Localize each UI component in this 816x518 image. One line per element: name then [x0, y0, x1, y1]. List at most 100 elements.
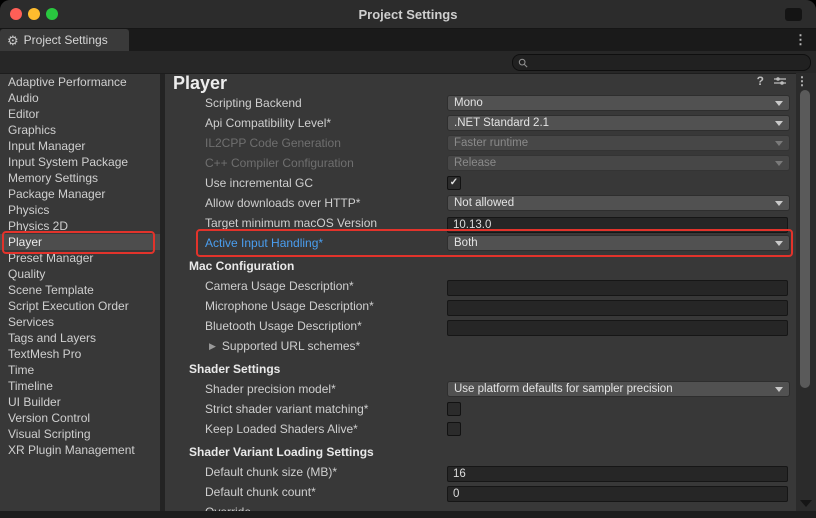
sidebar-item-memory-settings[interactable]: Memory Settings	[0, 170, 160, 186]
dropdown-value: Release	[454, 157, 496, 169]
sidebar-item-timeline[interactable]: Timeline	[0, 378, 160, 394]
sidebar-item-ui-builder[interactable]: UI Builder	[0, 394, 160, 410]
supported-url-schemes-foldout[interactable]: ▶ Supported URL schemes*	[209, 336, 360, 356]
sidebar-item-version-control[interactable]: Version Control	[0, 410, 160, 426]
search-box[interactable]	[512, 54, 811, 71]
default-chunk-count-row: Default chunk count*	[165, 482, 796, 502]
setting-label: Microphone Usage Description*	[205, 296, 374, 316]
strict-shader-variant-checkbox[interactable]	[447, 402, 461, 416]
setting-label: Strict shader variant matching*	[205, 399, 368, 419]
sidebar-item-xr-plugin-management[interactable]: XR Plugin Management	[0, 442, 160, 458]
settings-rows: Scripting Backend Mono Api Compatibility…	[165, 93, 796, 513]
api-compatibility-dropdown[interactable]: .NET Standard 2.1	[447, 115, 790, 131]
il2cpp-code-generation-dropdown: Faster runtime	[447, 135, 790, 151]
scripting-backend-row: Scripting Backend Mono	[165, 93, 796, 113]
sidebar-item-scene-template[interactable]: Scene Template	[0, 282, 160, 298]
dropdown-arrow-icon	[775, 241, 783, 246]
strict-shader-variant-row: Strict shader variant matching*	[165, 399, 796, 419]
panel-kebab-icon[interactable]: ⋮	[796, 75, 808, 87]
sidebar-item-textmesh-pro[interactable]: TextMesh Pro	[0, 346, 160, 362]
scroll-down-icon[interactable]	[800, 500, 812, 507]
gear-icon: ⚙	[7, 34, 19, 47]
keep-loaded-shaders-row: Keep Loaded Shaders Alive*	[165, 419, 796, 439]
scripting-backend-dropdown[interactable]: Mono	[447, 95, 790, 111]
window-bottom-strip	[0, 511, 816, 518]
shader-precision-row: Shader precision model* Use platform def…	[165, 379, 796, 399]
shader-variant-loading-section: Shader Variant Loading Settings	[165, 442, 796, 462]
bluetooth-usage-field[interactable]	[447, 320, 788, 336]
settings-category-list: Adaptive Performance Audio Editor Graphi…	[0, 74, 160, 511]
camera-usage-field[interactable]	[447, 280, 788, 296]
sidebar-item-physics[interactable]: Physics	[0, 202, 160, 218]
shader-precision-dropdown[interactable]: Use platform defaults for sampler precis…	[447, 381, 790, 397]
setting-label: Allow downloads over HTTP*	[205, 193, 360, 213]
api-compatibility-row: Api Compatibility Level* .NET Standard 2…	[165, 113, 796, 133]
il2cpp-code-generation-row: IL2CPP Code Generation Faster runtime	[165, 133, 796, 153]
default-chunk-size-field[interactable]	[447, 466, 788, 482]
dropdown-arrow-icon	[775, 121, 783, 126]
scrollbar-thumb[interactable]	[800, 90, 810, 388]
player-settings-panel: Player Scripting Backend Mono Api Compat…	[165, 73, 796, 513]
setting-label: Supported URL schemes*	[222, 339, 360, 353]
tab-project-settings[interactable]: ⚙ Project Settings	[0, 29, 129, 51]
titlebar-tabs-icon[interactable]	[785, 8, 802, 21]
sidebar-item-audio[interactable]: Audio	[0, 90, 160, 106]
sidebar-item-tags-and-layers[interactable]: Tags and Layers	[0, 330, 160, 346]
target-macos-version-row: Target minimum macOS Version	[165, 213, 796, 233]
microphone-usage-row: Microphone Usage Description*	[165, 296, 796, 316]
setting-label: Use incremental GC	[205, 173, 313, 193]
camera-usage-row: Camera Usage Description*	[165, 276, 796, 296]
setting-label: Default chunk size (MB)*	[205, 462, 337, 482]
allow-downloads-http-row: Allow downloads over HTTP* Not allowed	[165, 193, 796, 213]
search-icon	[518, 58, 528, 68]
checkbox-check-icon: ✓	[450, 178, 458, 188]
sidebar-item-editor[interactable]: Editor	[0, 106, 160, 122]
sidebar-item-input-manager[interactable]: Input Manager	[0, 138, 160, 154]
sidebar-item-input-system-package[interactable]: Input System Package	[0, 154, 160, 170]
dropdown-value: Not allowed	[454, 197, 514, 209]
dropdown-arrow-icon	[775, 201, 783, 206]
sidebar-item-physics-2d[interactable]: Physics 2D	[0, 218, 160, 234]
page-title: Player	[173, 73, 227, 94]
default-chunk-count-field[interactable]	[447, 486, 788, 502]
keep-loaded-shaders-checkbox[interactable]	[447, 422, 461, 436]
section-header: Mac Configuration	[189, 256, 294, 276]
microphone-usage-field[interactable]	[447, 300, 788, 316]
sidebar-item-quality[interactable]: Quality	[0, 266, 160, 282]
toolbar	[0, 51, 816, 74]
help-icon[interactable]: ?	[757, 75, 764, 87]
tabstrip-kebab-icon[interactable]: ⋮	[794, 29, 807, 51]
foldout-arrow-icon: ▶	[209, 341, 216, 352]
search-input[interactable]	[532, 57, 795, 69]
tab-label: Project Settings	[24, 33, 108, 47]
sidebar-item-preset-manager[interactable]: Preset Manager	[0, 250, 160, 266]
sidebar-item-player[interactable]: Player	[0, 234, 160, 250]
shader-settings-section: Shader Settings	[165, 359, 796, 379]
setting-label: Scripting Backend	[205, 93, 302, 113]
sidebar-item-visual-scripting[interactable]: Visual Scripting	[0, 426, 160, 442]
sidebar-item-script-execution-order[interactable]: Script Execution Order	[0, 298, 160, 314]
use-incremental-gc-checkbox[interactable]: ✓	[447, 176, 461, 190]
dropdown-value: Faster runtime	[454, 137, 528, 149]
section-header: Shader Variant Loading Settings	[189, 442, 374, 462]
panel-header-icons: ? ⋮	[757, 75, 808, 87]
sidebar-item-services[interactable]: Services	[0, 314, 160, 330]
setting-label: Default chunk count*	[205, 482, 316, 502]
cpp-compiler-configuration-dropdown: Release	[447, 155, 790, 171]
sidebar-item-package-manager[interactable]: Package Manager	[0, 186, 160, 202]
sidebar-item-time[interactable]: Time	[0, 362, 160, 378]
presets-icon[interactable]	[773, 75, 787, 87]
setting-label: Active Input Handling*	[205, 233, 323, 253]
mac-configuration-section: Mac Configuration	[165, 256, 796, 276]
sidebar-item-adaptive-performance[interactable]: Adaptive Performance	[0, 74, 160, 90]
active-input-handling-dropdown[interactable]: Both	[447, 235, 790, 251]
titlebar: Project Settings	[0, 0, 816, 29]
allow-downloads-http-dropdown[interactable]: Not allowed	[447, 195, 790, 211]
vertical-scrollbar[interactable]	[796, 73, 816, 511]
dropdown-arrow-icon	[775, 161, 783, 166]
bluetooth-usage-row: Bluetooth Usage Description*	[165, 316, 796, 336]
setting-label: Keep Loaded Shaders Alive*	[205, 419, 358, 439]
target-macos-version-field[interactable]	[447, 217, 788, 233]
default-chunk-size-row: Default chunk size (MB)*	[165, 462, 796, 482]
sidebar-item-graphics[interactable]: Graphics	[0, 122, 160, 138]
